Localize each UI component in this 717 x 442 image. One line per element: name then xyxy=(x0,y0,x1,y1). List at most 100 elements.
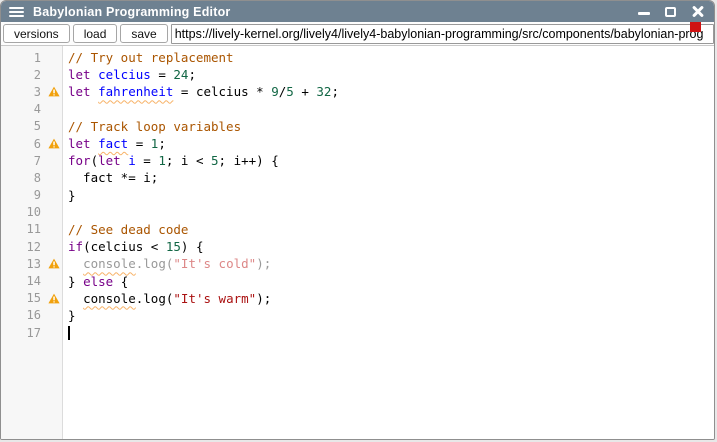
code-line[interactable]: 14 } else { xyxy=(1,272,714,289)
code-line[interactable]: 4 xyxy=(1,101,714,118)
warning-icon xyxy=(45,290,62,307)
gutter-cell: 10 xyxy=(1,204,63,221)
code-line[interactable]: 6 let fact = 1; xyxy=(1,135,714,152)
code-text: fact *= i; xyxy=(63,170,158,185)
code-line[interactable]: 7 for(let i = 1; i < 5; i++) { xyxy=(1,152,714,169)
code-text: // Try out replacement xyxy=(63,50,234,65)
code-editor[interactable]: 1 // Try out replacement 2 let celcius = 24… xyxy=(1,46,714,439)
gutter-cell: 5 xyxy=(1,118,63,135)
minimize-icon[interactable] xyxy=(637,5,650,18)
warning-icon xyxy=(45,255,62,272)
close-icon[interactable] xyxy=(691,5,704,18)
versions-button[interactable]: versions xyxy=(3,24,70,43)
marker-slot xyxy=(45,187,62,204)
code-text: let celcius = 24; xyxy=(63,67,196,82)
marker-slot xyxy=(45,49,62,66)
gutter-cell: 4 xyxy=(1,101,63,118)
marker-slot xyxy=(45,272,62,289)
code-line[interactable]: 13 console.log("It's cold"); xyxy=(1,255,714,272)
code-line[interactable]: 10 xyxy=(1,204,714,221)
unsaved-indicator xyxy=(690,22,701,32)
load-button[interactable]: load xyxy=(73,24,118,43)
line-number: 5 xyxy=(1,119,45,133)
line-number: 12 xyxy=(1,240,45,254)
toolbar: versions load save xyxy=(1,22,714,46)
line-number: 3 xyxy=(1,85,45,99)
marker-slot xyxy=(45,307,62,324)
code-area[interactable]: 1 // Try out replacement 2 let celcius = 24… xyxy=(1,49,714,341)
warning-icon xyxy=(45,83,62,100)
maximize-icon[interactable] xyxy=(664,5,677,18)
code-line[interactable]: 11 // See dead code xyxy=(1,221,714,238)
line-number: 15 xyxy=(1,291,45,305)
window-controls xyxy=(637,5,704,18)
marker-slot xyxy=(45,66,62,83)
gutter-cell: 3 xyxy=(1,83,63,100)
line-number: 2 xyxy=(1,68,45,82)
line-number: 1 xyxy=(1,51,45,65)
code-text: } xyxy=(63,308,76,323)
code-line[interactable]: 16} xyxy=(1,307,714,324)
gutter-cell: 13 xyxy=(1,255,63,272)
line-number: 13 xyxy=(1,257,45,271)
gutter-cell: 17 xyxy=(1,324,63,341)
gutter-cell: 6 xyxy=(1,135,63,152)
gutter-cell: 12 xyxy=(1,238,63,255)
save-button[interactable]: save xyxy=(120,24,167,43)
code-line[interactable]: 17 xyxy=(1,324,714,341)
code-text: console.log("It's cold"); xyxy=(63,256,271,271)
marker-slot xyxy=(45,169,62,186)
code-line[interactable]: 2 let celcius = 24; xyxy=(1,66,714,83)
line-number: 4 xyxy=(1,102,45,116)
app-window: Babylonian Programming Editor versions l… xyxy=(0,0,715,440)
marker-slot xyxy=(45,101,62,118)
gutter-cell: 1 xyxy=(1,49,63,66)
code-text: let fahrenheit = celcius * 9/5 + 32; xyxy=(63,84,339,99)
marker-slot xyxy=(45,152,62,169)
line-number: 9 xyxy=(1,188,45,202)
gutter-cell: 15 xyxy=(1,290,63,307)
gutter-cell: 9 xyxy=(1,187,63,204)
marker-slot xyxy=(45,204,62,221)
code-line[interactable]: 8 fact *= i; xyxy=(1,169,714,186)
line-number: 7 xyxy=(1,154,45,168)
line-number: 14 xyxy=(1,274,45,288)
code-text: // Track loop variables xyxy=(63,119,241,134)
code-text: for(let i = 1; i < 5; i++) { xyxy=(63,153,279,168)
line-number: 6 xyxy=(1,137,45,151)
url-input[interactable] xyxy=(171,24,714,44)
hamburger-menu-icon[interactable] xyxy=(9,7,24,17)
code-text xyxy=(63,325,70,341)
code-line[interactable]: 5 // Track loop variables xyxy=(1,118,714,135)
line-number: 11 xyxy=(1,222,45,236)
code-line[interactable]: 9} xyxy=(1,187,714,204)
warning-icon xyxy=(45,135,62,152)
gutter-cell: 7 xyxy=(1,152,63,169)
line-number: 17 xyxy=(1,326,45,340)
line-number: 8 xyxy=(1,171,45,185)
code-text: console.log("It's warm"); xyxy=(63,291,271,306)
code-text: } else { xyxy=(63,274,128,289)
marker-slot xyxy=(45,118,62,135)
marker-slot xyxy=(45,221,62,238)
gutter-cell: 14 xyxy=(1,272,63,289)
code-line[interactable]: 15 console.log("It's warm"); xyxy=(1,290,714,307)
code-line[interactable]: 1 // Try out replacement xyxy=(1,49,714,66)
code-text: // See dead code xyxy=(63,222,188,237)
gutter-cell: 2 xyxy=(1,66,63,83)
gutter-cell: 16 xyxy=(1,307,63,324)
code-line[interactable]: 12 if(celcius < 15) { xyxy=(1,238,714,255)
code-text: let fact = 1; xyxy=(63,136,166,151)
line-number: 16 xyxy=(1,308,45,322)
marker-slot xyxy=(45,238,62,255)
gutter-cell: 8 xyxy=(1,169,63,186)
titlebar[interactable]: Babylonian Programming Editor xyxy=(1,1,714,22)
window-title: Babylonian Programming Editor xyxy=(33,5,637,19)
gutter-cell: 11 xyxy=(1,221,63,238)
text-cursor xyxy=(68,326,70,340)
marker-slot xyxy=(45,324,62,341)
code-text: if(celcius < 15) { xyxy=(63,239,204,254)
code-text: } xyxy=(63,188,76,203)
code-line[interactable]: 3 let fahrenheit = celcius * 9/5 + 32; xyxy=(1,83,714,100)
line-number: 10 xyxy=(1,205,45,219)
